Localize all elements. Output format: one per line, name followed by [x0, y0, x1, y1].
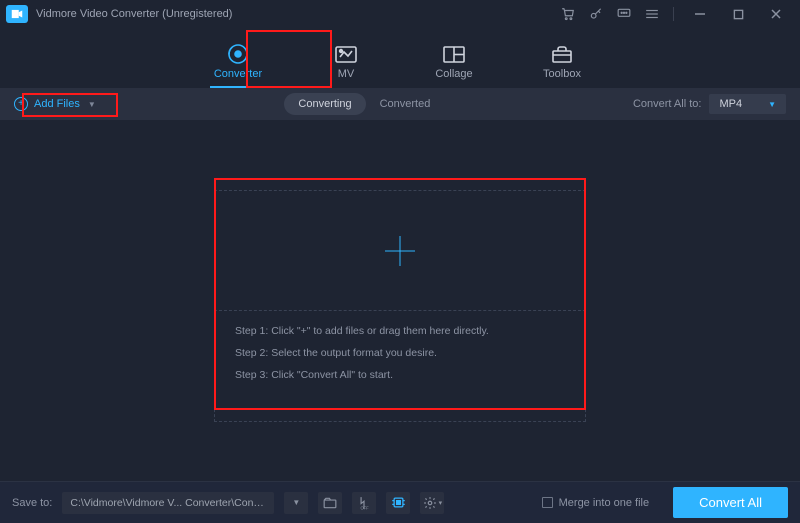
app-logo: [6, 5, 28, 23]
app-window: Vidmore Video Converter (Unregistered) C…: [0, 0, 800, 523]
status-toggle: Converting Converted: [284, 93, 444, 115]
step-2: Step 2: Select the output format you des…: [235, 347, 565, 359]
chevron-down-icon: ▼: [768, 100, 776, 109]
chevron-down-icon: ▼: [88, 100, 96, 109]
tab-label: MV: [338, 68, 355, 80]
tab-collage[interactable]: Collage: [420, 36, 488, 88]
merge-checkbox[interactable]: Merge into one file: [542, 497, 650, 509]
tab-label: Toolbox: [543, 68, 581, 80]
checkbox-icon: [542, 497, 553, 508]
settings-button[interactable]: ▾: [420, 492, 444, 514]
maximize-button[interactable]: [726, 4, 750, 24]
main-tabs: Converter MV Collage Toolbox: [0, 28, 800, 88]
separator: [673, 7, 674, 21]
minimize-button[interactable]: [688, 4, 712, 24]
tab-label: Converter: [214, 68, 262, 80]
toolbar: + Add Files ▼ Converting Converted Conve…: [0, 88, 800, 120]
convert-all-button[interactable]: Convert All: [673, 487, 788, 518]
convert-all-to-label: Convert All to:: [633, 98, 701, 110]
collage-icon: [442, 44, 466, 64]
title-bar: Vidmore Video Converter (Unregistered): [0, 0, 800, 28]
converted-tab[interactable]: Converted: [366, 93, 445, 115]
format-select[interactable]: MP4 ▼: [709, 94, 786, 114]
tab-label: Collage: [435, 68, 472, 80]
svg-text:OFF: OFF: [361, 505, 370, 510]
close-button[interactable]: [764, 4, 788, 24]
app-title: Vidmore Video Converter (Unregistered): [36, 8, 232, 20]
key-icon[interactable]: [589, 7, 603, 21]
cart-icon[interactable]: [561, 7, 575, 21]
menu-icon[interactable]: [645, 7, 659, 21]
save-path[interactable]: C:\Vidmore\Vidmore V... Converter\Conver…: [62, 492, 274, 514]
toolbox-icon: [550, 44, 574, 64]
dropzone[interactable]: Step 1: Click "+" to add files or drag t…: [214, 190, 586, 422]
title-right: [561, 4, 794, 24]
plus-icon[interactable]: [383, 234, 417, 268]
chevron-down-icon: ▼: [292, 498, 300, 507]
open-folder-button[interactable]: [318, 492, 342, 514]
step-3: Step 3: Click "Convert All" to start.: [235, 369, 565, 381]
dropzone-steps: Step 1: Click "+" to add files or drag t…: [214, 311, 586, 422]
add-files-button[interactable]: + Add Files ▼: [14, 97, 96, 111]
hw-accel-button[interactable]: OFF: [352, 492, 376, 514]
save-to-label: Save to:: [12, 497, 52, 509]
convert-all-to: Convert All to: MP4 ▼: [633, 94, 786, 114]
chevron-down-icon: ▾: [439, 499, 443, 507]
footer: Save to: C:\Vidmore\Vidmore V... Convert…: [0, 481, 800, 523]
merge-label: Merge into one file: [559, 497, 650, 509]
mv-icon: [334, 44, 358, 64]
add-files-label: Add Files: [34, 98, 80, 110]
step-1: Step 1: Click "+" to add files or drag t…: [235, 325, 565, 337]
plus-circle-icon: +: [14, 97, 28, 111]
main-area: Step 1: Click "+" to add files or drag t…: [0, 120, 800, 481]
feedback-icon[interactable]: [617, 7, 631, 21]
format-value: MP4: [719, 98, 742, 110]
dropzone-top[interactable]: [214, 190, 586, 310]
converter-icon: [226, 44, 250, 64]
gpu-button[interactable]: [386, 492, 410, 514]
tab-mv[interactable]: MV: [312, 36, 380, 88]
tab-converter[interactable]: Converter: [204, 36, 272, 88]
converting-tab[interactable]: Converting: [284, 93, 365, 115]
tab-toolbox[interactable]: Toolbox: [528, 36, 596, 88]
path-dropdown-button[interactable]: ▼: [284, 492, 308, 514]
